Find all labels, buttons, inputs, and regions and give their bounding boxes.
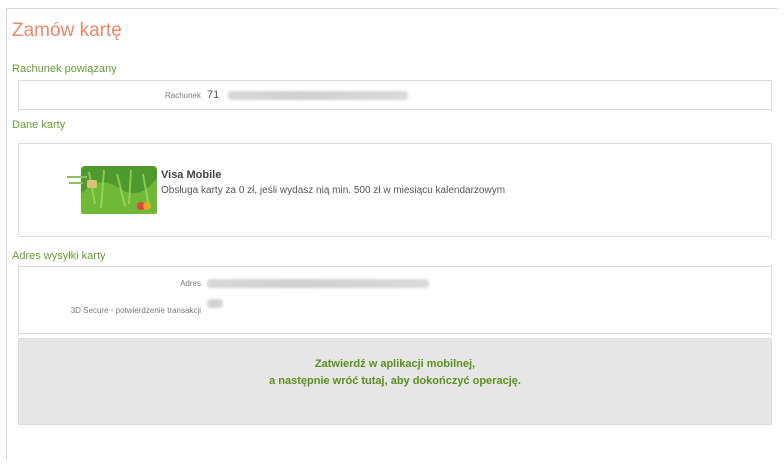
account-number-redacted (228, 90, 409, 100)
address-value-redacted (207, 279, 429, 288)
card-description: Obsługa karty za 0 zł, jeśli wydasz nią … (161, 185, 506, 196)
card-data-box: Visa Mobile Obsługa karty za 0 zł, jeśli… (18, 143, 772, 237)
card-data-section-label: Dane karty (12, 119, 66, 131)
shipping-section-label: Adres wysyłki karty (12, 250, 106, 262)
linked-account-section-label: Rachunek powiązany (12, 63, 117, 75)
mobile-confirmation-message: Zatwierdź w aplikacji mobilnej, a następ… (18, 338, 772, 425)
account-label: Rachunek (164, 91, 201, 100)
linked-account-box: Rachunek 71 (18, 80, 772, 110)
confirm-line-2: a następnie wróć tutaj, aby dokończyć op… (269, 375, 521, 387)
secure-value-redacted (207, 299, 223, 308)
card-name: Visa Mobile (161, 169, 222, 181)
confirm-line-1: Zatwierdź w aplikacji mobilnej, (314, 358, 476, 370)
account-number: 71 (207, 89, 409, 101)
visa-mobile-card-image (67, 166, 157, 214)
account-number-prefix: 71 (207, 89, 220, 101)
shipping-box: Adres 3D Secure - potwierdzenie transakc… (18, 266, 772, 334)
secure-label: 3D Secure - potwierdzenie transakcji (70, 306, 201, 315)
page-title: Zamów kartę (12, 20, 122, 41)
address-label: Adres (180, 279, 201, 288)
